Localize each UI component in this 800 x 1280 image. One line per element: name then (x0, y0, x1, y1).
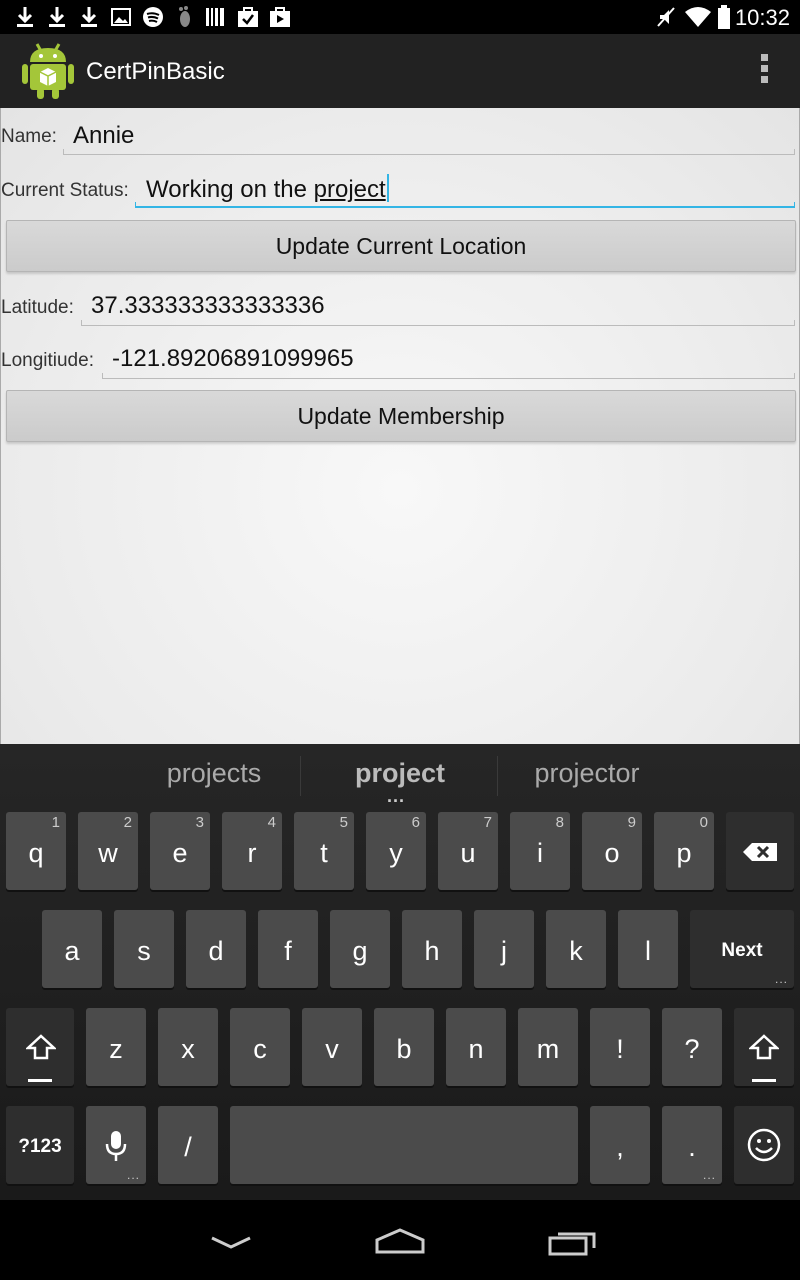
key-l[interactable]: l (618, 910, 678, 988)
download-icon (78, 4, 100, 30)
back-icon[interactable] (210, 1236, 252, 1255)
key-j[interactable]: j (474, 910, 534, 988)
key-f[interactable]: f (258, 910, 318, 988)
suggestion-more-dots: ... (387, 786, 406, 806)
key-c[interactable]: c (230, 1008, 290, 1086)
recents-icon[interactable] (548, 1230, 596, 1261)
key-h[interactable]: h (402, 910, 462, 988)
key-a[interactable]: a (42, 910, 102, 988)
android-icon[interactable] (20, 40, 76, 100)
backspace-key[interactable] (726, 812, 794, 890)
key-i[interactable]: 8i (510, 812, 570, 890)
foot-icon (174, 4, 196, 30)
suggestion-projector[interactable]: projector (487, 758, 687, 789)
navigation-bar (0, 1200, 800, 1280)
text-cursor (386, 174, 389, 202)
key-r[interactable]: 4r (222, 812, 282, 890)
battery-icon (716, 4, 732, 30)
key-m[interactable]: m (518, 1008, 578, 1086)
status-field-composing-word: project (313, 176, 386, 203)
key-w[interactable]: 2w (78, 812, 138, 890)
main-content: Name: Annie Current Status: Working on t… (0, 108, 800, 744)
space-key[interactable] (230, 1106, 578, 1184)
status-bar: 10:32 (0, 0, 800, 34)
name-field[interactable]: Annie (73, 122, 134, 150)
key-k[interactable]: k (546, 910, 606, 988)
update-membership-button[interactable]: Update Membership (6, 390, 796, 442)
latitude-field[interactable]: 37.333333333333336 (91, 292, 325, 320)
soft-keyboard: projects project ... projector 1q2w3e4r5… (0, 744, 800, 1200)
clock: 10:32 (734, 5, 790, 30)
status-field-underline (135, 202, 795, 208)
emoji-icon[interactable] (734, 1106, 794, 1184)
key-y[interactable]: 6y (366, 812, 426, 890)
update-location-button[interactable]: Update Current Location (6, 220, 796, 272)
suggestion-project[interactable]: project (300, 758, 500, 789)
status-field-prefix: Working on the (146, 176, 314, 203)
shopping-bag-icon (268, 4, 292, 30)
symbols-key[interactable]: ?123 (6, 1106, 74, 1184)
key-e[interactable]: 3e (150, 812, 210, 890)
key-p[interactable]: 0p (654, 812, 714, 890)
image-icon (110, 4, 132, 30)
download-icon (14, 4, 36, 30)
action-bar: CertPinBasic (0, 34, 800, 110)
key-exclamation[interactable]: ! (590, 1008, 650, 1086)
key-n[interactable]: n (446, 1008, 506, 1086)
key-t[interactable]: 5t (294, 812, 354, 890)
key-v[interactable]: v (302, 1008, 362, 1086)
checkbox-bag-icon (236, 4, 260, 30)
key-question[interactable]: ? (662, 1008, 722, 1086)
latitude-field-underline (81, 320, 795, 326)
home-icon[interactable] (375, 1228, 425, 1259)
slash-key[interactable]: / (158, 1106, 218, 1184)
app-title: CertPinBasic (86, 58, 225, 85)
barcode-icon (204, 4, 226, 30)
download-icon (46, 4, 68, 30)
name-field-underline (63, 149, 795, 155)
suggestion-projects[interactable]: projects (114, 758, 314, 789)
key-s[interactable]: s (114, 910, 174, 988)
key-g[interactable]: g (330, 910, 390, 988)
period-key[interactable]: . ... (662, 1106, 722, 1184)
key-x[interactable]: x (158, 1008, 218, 1086)
key-o[interactable]: 9o (582, 812, 642, 890)
longitude-field-underline (102, 373, 795, 379)
latitude-label: Latitude: (1, 297, 74, 318)
key-z[interactable]: z (86, 1008, 146, 1086)
status-label: Current Status: (1, 180, 129, 201)
wifi-icon (684, 4, 712, 30)
shift-right-key[interactable] (734, 1008, 794, 1086)
key-u[interactable]: 7u (438, 812, 498, 890)
name-label: Name: (1, 126, 57, 147)
key-d[interactable]: d (186, 910, 246, 988)
microphone-key[interactable]: ... (86, 1106, 146, 1184)
key-q[interactable]: 1q (6, 812, 66, 890)
shift-left-key[interactable] (6, 1008, 74, 1086)
status-field[interactable]: Working on the project (146, 174, 389, 204)
key-b[interactable]: b (374, 1008, 434, 1086)
mute-icon (654, 4, 678, 30)
spotify-icon (141, 4, 165, 30)
comma-key[interactable]: , (590, 1106, 650, 1184)
longitude-field[interactable]: -121.89206891099965 (112, 345, 354, 373)
next-key[interactable]: Next ... (690, 910, 794, 988)
overflow-menu-icon[interactable] (758, 54, 770, 86)
longitude-label: Longitiude: (1, 350, 94, 371)
